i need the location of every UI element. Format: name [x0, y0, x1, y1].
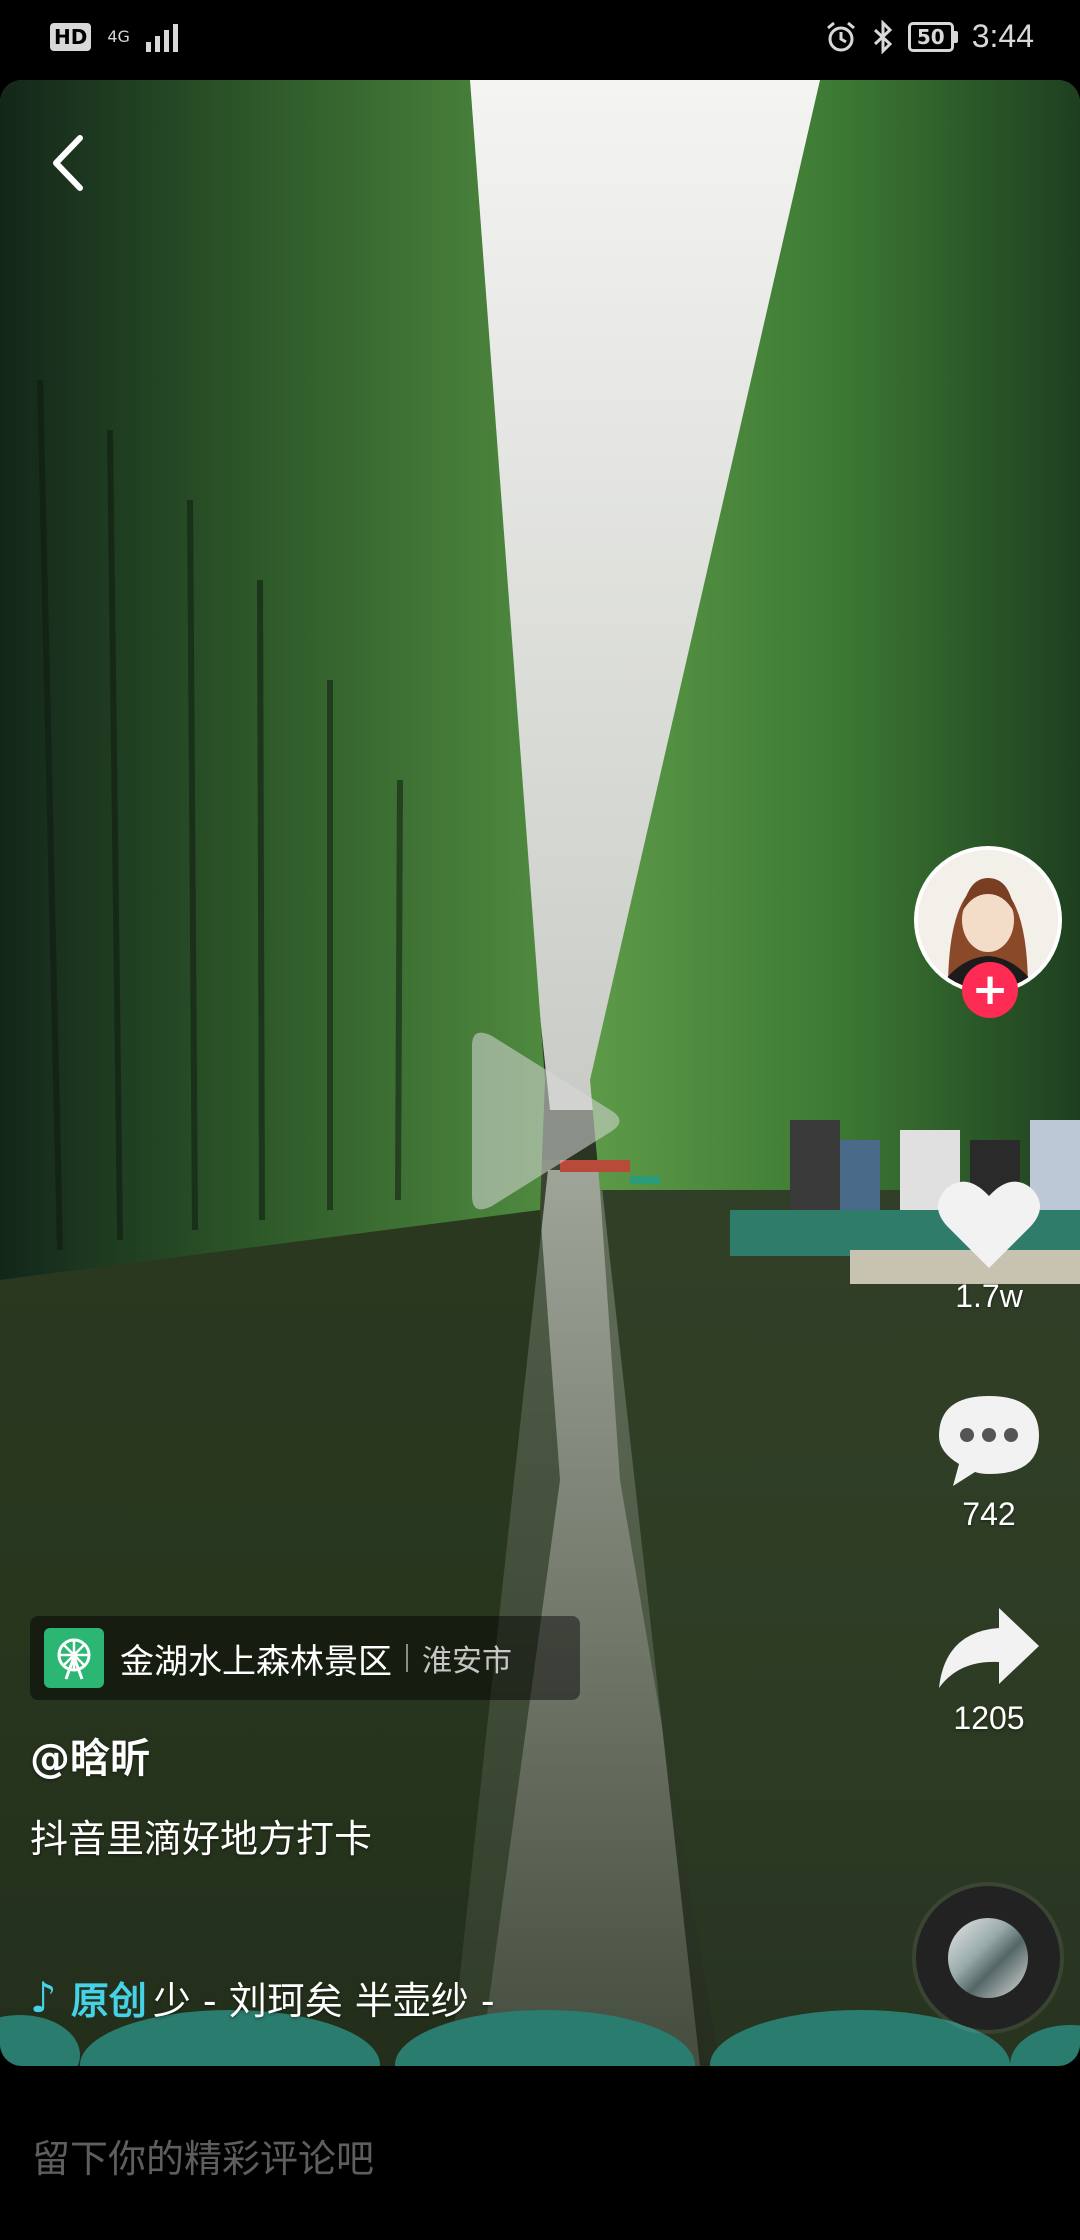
- location-chip[interactable]: 金湖水上森林景区 淮安市: [30, 1616, 580, 1700]
- heart-icon[interactable]: [935, 1176, 1043, 1272]
- signal-strength-icon: [145, 22, 178, 52]
- alarm-icon: [826, 21, 855, 51]
- status-time: 3:44: [971, 18, 1034, 54]
- back-arrow-icon[interactable]: [44, 128, 94, 198]
- author-avatar-button[interactable]: +: [914, 846, 1062, 1018]
- status-bar: HD 4G 50 3:44: [0, 0, 1080, 80]
- battery-indicator: 50: [907, 21, 958, 52]
- plus-icon: +: [971, 964, 1009, 1015]
- battery-level: 50: [907, 21, 954, 52]
- location-city: 淮安市: [422, 1644, 512, 1679]
- music-track-title: 少 - 刘珂矣 半壶纱 -: [152, 1979, 495, 2023]
- comment-action[interactable]: 742: [914, 1390, 1064, 1533]
- music-disc-button[interactable]: [916, 1886, 1060, 2030]
- like-action[interactable]: 1.7w: [914, 1176, 1064, 1315]
- share-count: 1205: [953, 1700, 1025, 1736]
- bluetooth-icon: [873, 19, 893, 54]
- follow-button[interactable]: +: [962, 962, 1018, 1018]
- music-info[interactable]: ♪ 原创 少 - 刘珂矣 半壶纱 -: [30, 1970, 495, 2025]
- status-left: HD 4G: [50, 22, 178, 52]
- author-username[interactable]: @晗昕: [30, 1726, 150, 1784]
- video-player[interactable]: [0, 80, 1080, 2066]
- comment-bar[interactable]: 留下你的精彩评论吧: [0, 2066, 1080, 2240]
- ferris-wheel-icon: [44, 1628, 104, 1688]
- music-disc-cover: [948, 1918, 1028, 1998]
- music-note-icon: ♪: [30, 1973, 57, 2022]
- play-icon[interactable]: [462, 1026, 622, 1216]
- like-count: 1.7w: [955, 1278, 1023, 1314]
- music-original-label: 原创: [70, 1979, 147, 2023]
- comment-count: 742: [962, 1496, 1016, 1532]
- hd-badge: HD: [50, 23, 92, 51]
- share-arrow-icon[interactable]: [935, 1604, 1043, 1694]
- video-caption: 抖音里滴好地方打卡: [30, 1817, 373, 1861]
- status-right: 50 3:44: [824, 18, 1034, 55]
- location-name: 金湖水上森林景区: [120, 1641, 392, 1682]
- comment-icon[interactable]: [935, 1390, 1043, 1490]
- share-action[interactable]: 1205: [914, 1604, 1064, 1737]
- comment-input[interactable]: 留下你的精彩评论吧: [32, 2128, 374, 2183]
- network-type-label: 4G: [107, 27, 130, 46]
- location-divider: [406, 1644, 408, 1672]
